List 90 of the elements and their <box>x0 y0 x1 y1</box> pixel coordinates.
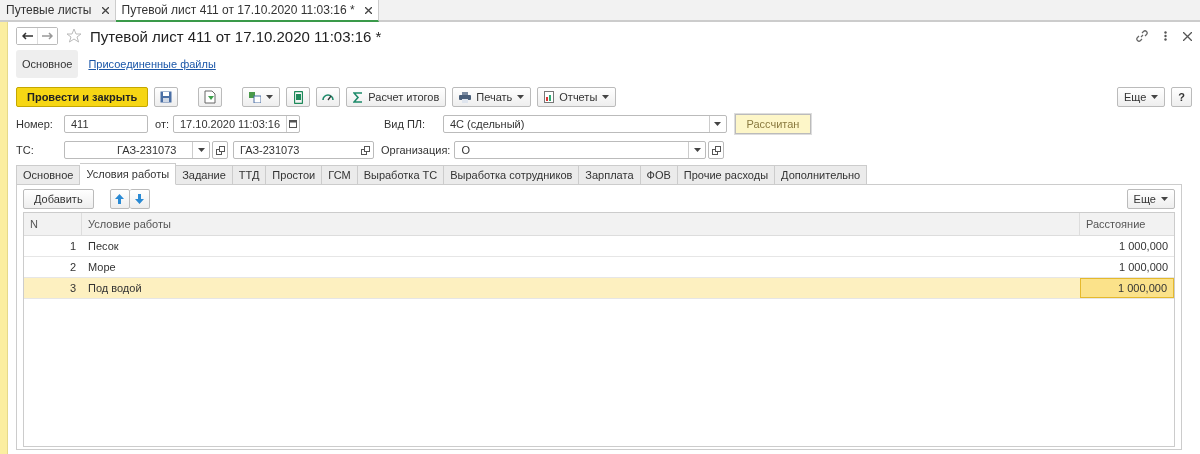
tab[interactable]: Дополнительно <box>775 165 868 185</box>
open-icon <box>360 145 370 155</box>
caret-icon <box>693 148 701 152</box>
field-label: Номер: <box>16 118 54 130</box>
document-icon <box>204 90 217 104</box>
date-field[interactable]: 17.10.2020 11:03:16 <box>173 115 300 133</box>
caret-icon <box>1161 197 1168 201</box>
print-button[interactable]: Печать <box>452 87 532 107</box>
move-down-button[interactable] <box>129 189 150 209</box>
printer-icon <box>459 91 472 103</box>
field-label: Вид ПЛ: <box>384 118 427 130</box>
tab[interactable]: Основное <box>16 165 81 185</box>
table-cell-text: Песок <box>87 239 120 254</box>
table-cell-text: 1 000,000 <box>1118 260 1169 275</box>
table-cell-text: Под водой <box>87 281 143 296</box>
gauge-icon <box>322 93 335 101</box>
field-label: ТС: <box>16 144 35 156</box>
close-icon[interactable] <box>101 6 109 14</box>
tab[interactable]: Условия работы <box>80 163 177 185</box>
forward-arrow-icon <box>42 32 53 40</box>
reports-button[interactable]: Отчеты <box>537 87 617 107</box>
tab[interactable]: Зарплата <box>579 165 641 185</box>
close-icon[interactable] <box>364 6 372 14</box>
row-number: 2 <box>68 260 77 275</box>
close-icon[interactable] <box>1183 31 1192 41</box>
field-label: от: <box>155 118 169 130</box>
vehicle-dropdown[interactable]: ГАЗ-231073 <box>64 141 210 159</box>
move-up-button[interactable] <box>109 189 130 209</box>
open-button[interactable] <box>212 141 228 159</box>
up-arrow-icon <box>115 194 125 204</box>
field-label: Организация: <box>381 144 451 156</box>
section-tab[interactable]: Основное <box>16 50 79 78</box>
structure-icon <box>249 91 262 103</box>
type-dropdown[interactable]: 4С (сдельный) <box>443 115 727 133</box>
number-field[interactable]: 411 <box>64 115 148 133</box>
caret-icon <box>517 95 525 99</box>
phone-icon <box>293 90 303 104</box>
vehicle-name-field[interactable]: ГАЗ-231073 <box>233 141 374 159</box>
add-button[interactable]: Добавить <box>23 189 94 209</box>
caret-icon <box>266 95 274 99</box>
window-title: Путевой лист 411 от 17.10.2020 11:03:16 * <box>90 27 382 45</box>
column-header[interactable]: Расстояние <box>1080 213 1174 235</box>
report-icon <box>544 91 555 103</box>
down-arrow-icon <box>134 194 144 204</box>
tab[interactable]: Задание <box>176 165 233 185</box>
row-number: 3 <box>68 281 77 296</box>
status-badge: Рассчитан <box>735 114 811 134</box>
tab[interactable]: Простои <box>266 165 323 185</box>
open-icon <box>711 145 721 155</box>
tab[interactable]: Выработка ТС <box>357 165 445 185</box>
tab[interactable]: Прочие расходы <box>677 165 776 185</box>
save-button[interactable] <box>154 87 179 107</box>
organization-dropdown[interactable]: О <box>454 141 707 159</box>
star-icon[interactable] <box>66 28 82 44</box>
tab[interactable]: Выработка сотрудников <box>444 165 580 185</box>
help-button[interactable]: ? <box>1171 87 1192 107</box>
section-link[interactable]: Присоединенные файлы <box>88 58 216 70</box>
table-cell-text: 1 000,000 <box>1118 239 1169 254</box>
caret-icon <box>1151 95 1159 99</box>
window-tab[interactable]: Путевые листы <box>0 0 116 20</box>
more-button[interactable]: Еще <box>1126 189 1175 209</box>
back-arrow-icon <box>21 32 33 40</box>
caret-icon <box>714 122 722 126</box>
post-and-close-button[interactable]: Провести и закрыть <box>16 87 149 107</box>
tab[interactable]: ФОВ <box>640 165 678 185</box>
table-cell: 1 000,000 <box>1080 278 1174 298</box>
caret-icon <box>602 95 610 99</box>
table-row[interactable]: 3 Под водой 1 000,000 <box>24 278 1174 299</box>
more-icon[interactable] <box>1164 31 1167 41</box>
gauge-button[interactable] <box>316 87 341 107</box>
open-icon <box>215 145 225 155</box>
sum-icon <box>353 91 364 103</box>
window-tab[interactable]: Путевой лист 411 от 17.10.2020 11:03:16 * <box>115 0 379 22</box>
structure-button[interactable] <box>242 87 281 107</box>
row-number: 1 <box>68 239 77 254</box>
column-header[interactable]: Условие работы <box>82 213 1080 235</box>
tab[interactable]: ГСМ <box>322 165 358 185</box>
phone-button[interactable] <box>286 87 311 107</box>
totals-button[interactable]: Расчет итогов <box>346 87 447 107</box>
caret-icon <box>197 148 205 152</box>
tab[interactable]: ТТД <box>232 165 267 185</box>
save-icon <box>160 91 173 103</box>
link-icon[interactable] <box>1136 30 1148 42</box>
open-button[interactable] <box>708 141 725 159</box>
column-header[interactable]: N <box>24 213 82 235</box>
table-cell-text: Море <box>87 260 117 275</box>
more-button[interactable]: Еще <box>1116 87 1166 107</box>
document-button[interactable] <box>198 87 223 107</box>
calendar-icon[interactable] <box>289 120 298 128</box>
table-row[interactable]: 1 Песок 1 000,000 <box>24 236 1174 257</box>
